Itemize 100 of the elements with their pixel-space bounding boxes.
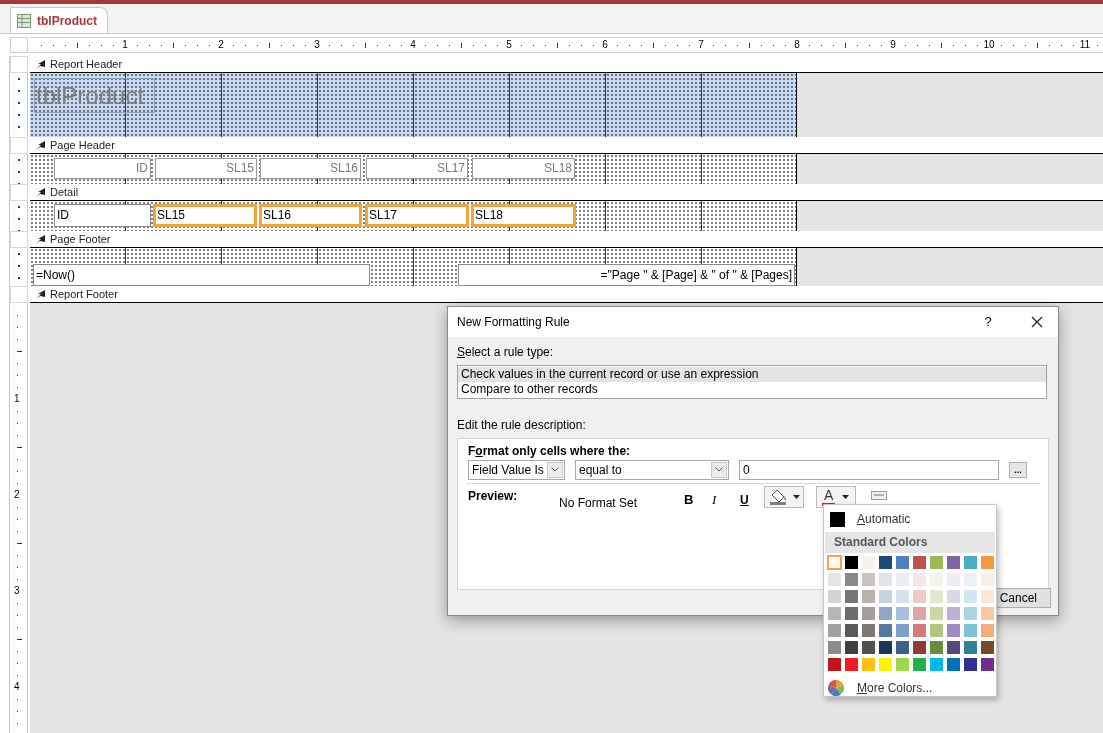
color-swatch[interactable] [862,624,875,637]
color-swatch[interactable] [879,573,892,586]
color-swatch[interactable] [845,590,858,603]
color-swatch[interactable] [862,607,875,620]
color-swatch[interactable] [862,573,875,586]
color-swatch[interactable] [879,641,892,654]
operator-dropdown[interactable]: equal to [575,459,729,480]
color-swatch[interactable] [913,658,926,671]
column-label[interactable]: SL16 [260,158,361,179]
color-swatch[interactable] [930,641,943,654]
color-swatch[interactable] [930,624,943,637]
color-swatch[interactable] [862,641,875,654]
color-swatch[interactable] [981,624,994,637]
underline-button[interactable]: U [740,486,764,509]
list-item[interactable]: Check values in the current record or use an expression [458,367,1046,382]
fill-color-button[interactable] [764,486,804,508]
color-swatch[interactable] [930,607,943,620]
color-swatch[interactable] [828,624,841,637]
color-swatch[interactable] [964,641,977,654]
color-swatch[interactable] [981,590,994,603]
field-dropdown[interactable]: Field Value Is [468,459,565,480]
text-box[interactable]: SL17 [365,204,469,227]
color-swatch[interactable] [964,556,977,569]
color-swatch[interactable] [981,658,994,671]
section-selector[interactable] [10,137,28,154]
color-swatch[interactable] [947,658,960,671]
color-swatch[interactable] [879,590,892,603]
color-swatch[interactable] [879,658,892,671]
section-selector[interactable] [10,184,28,201]
color-swatch[interactable] [879,624,892,637]
color-swatch[interactable] [896,607,909,620]
color-swatch[interactable] [896,590,909,603]
color-swatch[interactable] [828,607,841,620]
document-tab[interactable]: tblProduct [10,7,108,33]
color-swatch[interactable] [845,573,858,586]
color-swatch[interactable] [879,607,892,620]
color-swatch[interactable] [947,590,960,603]
color-swatch[interactable] [913,607,926,620]
color-swatch[interactable] [845,607,858,620]
color-swatch[interactable] [964,624,977,637]
help-button[interactable]: ? [978,312,998,332]
section-selector[interactable] [10,56,28,73]
text-box[interactable]: ID [54,204,151,227]
color-swatch[interactable] [913,641,926,654]
color-swatch[interactable] [828,641,841,654]
menu-item[interactable]: Automatic [857,510,911,528]
color-swatch[interactable] [828,658,841,671]
color-swatch[interactable] [947,641,960,654]
text-box[interactable]: SL18 [471,204,576,227]
color-swatch[interactable] [964,607,977,620]
color-swatch[interactable] [930,658,943,671]
text-box[interactable]: ="Page " & [Page] & " of " & [Pages] [458,264,795,286]
text-box[interactable]: SL16 [259,204,362,227]
color-swatch[interactable] [896,624,909,637]
color-swatch[interactable] [913,573,926,586]
color-swatch[interactable] [930,556,943,569]
color-swatch[interactable] [913,590,926,603]
color-swatch[interactable] [828,573,841,586]
color-swatch[interactable] [964,590,977,603]
bold-button[interactable]: B [684,486,712,510]
color-swatch[interactable] [896,556,909,569]
color-swatch[interactable] [896,641,909,654]
field-icon[interactable] [871,491,887,500]
color-swatch[interactable] [930,590,943,603]
color-swatch[interactable] [845,641,858,654]
color-swatch[interactable] [913,624,926,637]
column-label[interactable]: SL18 [472,158,575,179]
list-item[interactable]: Compare to other records [458,382,1046,397]
menu-item[interactable]: More Colors... [857,679,933,697]
builder-button[interactable]: ... [1009,461,1027,478]
section-title: Report Header [50,56,123,72]
value-input[interactable]: 0 [739,459,999,480]
column-label[interactable]: SL17 [366,158,468,179]
color-swatch[interactable] [828,590,841,603]
text-box[interactable]: =Now() [33,264,370,286]
color-swatch[interactable] [845,556,858,569]
color-swatch[interactable] [947,624,960,637]
color-swatch[interactable] [845,658,858,671]
color-swatch[interactable] [981,556,994,569]
rule-type-list[interactable]: Check values in the current record or use an expression Compare to other records [457,365,1047,399]
section-selector[interactable] [10,231,28,248]
color-swatch[interactable] [947,556,960,569]
color-swatch[interactable] [981,573,994,586]
color-swatch[interactable] [828,556,841,569]
color-swatch[interactable] [981,641,994,654]
color-swatch[interactable] [862,658,875,671]
text-box[interactable]: SL15 [153,204,257,227]
italic-button[interactable]: I [712,486,740,510]
column-label[interactable]: ID [54,158,151,179]
color-swatch[interactable] [913,556,926,569]
color-swatch[interactable] [845,624,858,637]
color-swatch[interactable] [896,658,909,671]
ruler-number: 3 [313,38,321,52]
color-swatch[interactable] [981,607,994,620]
column-label[interactable]: SL15 [155,158,257,179]
color-swatch[interactable] [947,607,960,620]
color-swatch[interactable] [964,658,977,671]
section-selector[interactable] [10,286,28,303]
color-swatch[interactable] [862,590,875,603]
color-swatch[interactable] [879,556,892,569]
